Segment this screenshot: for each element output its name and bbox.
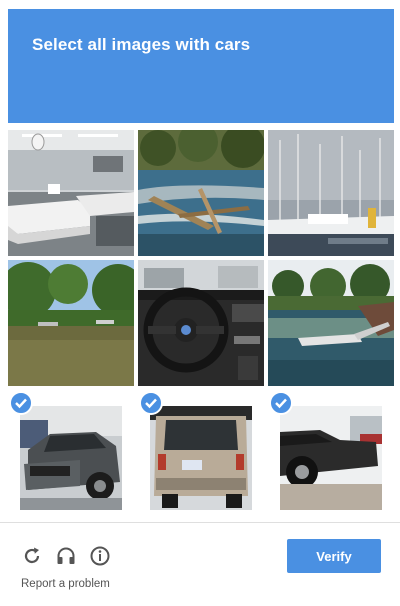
verify-button[interactable]: Verify <box>287 539 381 573</box>
image-tile-1[interactable] <box>8 130 134 256</box>
tile-image <box>138 260 264 386</box>
image-tile-4[interactable] <box>8 260 134 386</box>
challenge-prompt: Select all images with cars <box>32 35 250 55</box>
reload-icon[interactable] <box>21 545 43 567</box>
image-tile-7[interactable] <box>8 390 134 516</box>
tile-image <box>138 130 264 256</box>
info-icon[interactable] <box>89 545 111 567</box>
tile-image <box>8 130 134 256</box>
image-tile-9[interactable] <box>268 390 394 516</box>
prompt-keyword: cars <box>214 35 251 54</box>
report-problem-link[interactable]: Report a problem <box>21 578 110 590</box>
selected-check-icon <box>139 391 163 415</box>
image-grid <box>8 130 394 510</box>
selected-check-icon <box>9 391 33 415</box>
challenge-header: Select all images with cars <box>8 9 394 123</box>
image-tile-5[interactable] <box>138 260 264 386</box>
image-tile-2[interactable] <box>138 130 264 256</box>
tile-image <box>20 406 122 510</box>
prompt-text: Select all images with <box>32 35 215 54</box>
tile-image <box>268 130 394 256</box>
tile-image <box>8 260 134 386</box>
selected-check-icon <box>269 391 293 415</box>
tile-image <box>280 406 382 510</box>
tile-image <box>268 260 394 386</box>
image-tile-6[interactable] <box>268 260 394 386</box>
tile-image <box>150 406 252 510</box>
image-tile-3[interactable] <box>268 130 394 256</box>
footer-divider <box>0 522 400 523</box>
image-tile-8[interactable] <box>138 390 264 516</box>
audio-icon[interactable] <box>55 545 77 567</box>
